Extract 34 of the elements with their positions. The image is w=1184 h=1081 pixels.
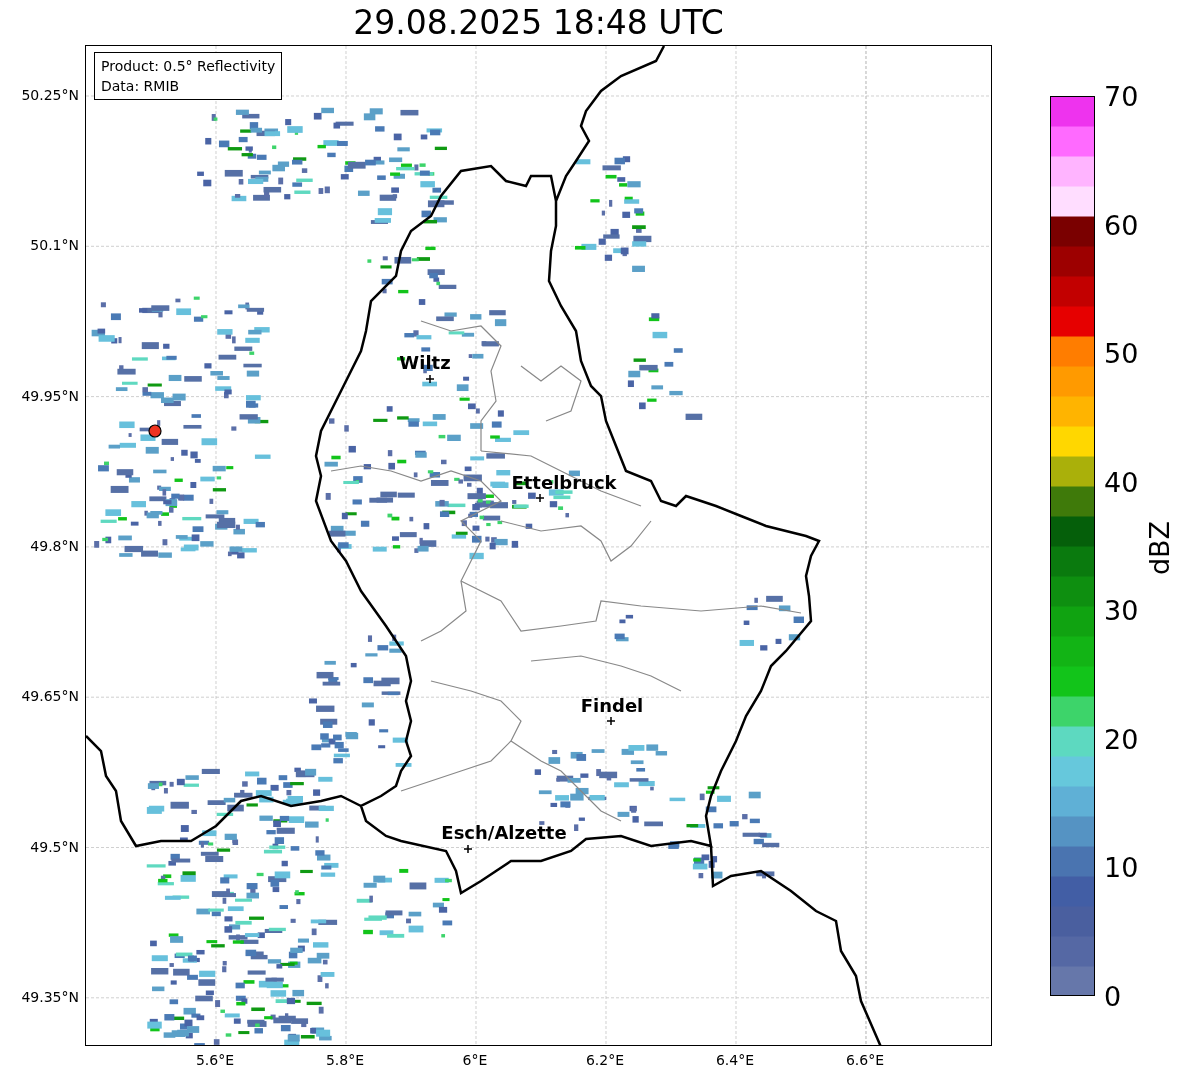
axis-tick-label: 5.8°E (325, 1052, 365, 1068)
radar-site-icon (148, 424, 162, 438)
city-marker-icon (463, 844, 473, 854)
colorbar-tick-label: 0 (1104, 980, 1122, 1012)
colorbar-tick-label: 60 (1104, 209, 1139, 241)
axis-tick-label: 49.65°N (21, 688, 79, 705)
city-marker-icon (535, 493, 545, 503)
axis-tick-label: 50.25°N (21, 87, 79, 103)
axis-tick-label: 6.4°E (715, 1052, 755, 1068)
city-label: Wiltz (399, 352, 451, 373)
axis-tick-label: 49.8°N (30, 537, 79, 554)
axis-tick-label: 49.5°N (30, 838, 79, 855)
city-label: Ettelbruck (511, 472, 617, 493)
colorbar-tick-label: 70 (1104, 80, 1139, 112)
colorbar-tick-label: 50 (1104, 337, 1139, 369)
city-label: Findel (580, 695, 644, 716)
colorbar-tick-label: 20 (1104, 723, 1139, 755)
colorbar-tick-label: 10 (1104, 851, 1139, 883)
city-marker-icon (425, 374, 435, 384)
colorbar-tick-label: 30 (1104, 594, 1139, 626)
info-text: Product: 0.5° Reflectivity (101, 57, 276, 76)
axis-tick-label: 6.6°E (845, 1052, 885, 1068)
axis-tick-label: 49.35°N (21, 988, 79, 1005)
axis-tick-label: 49.95°N (21, 387, 79, 404)
axis-tick-label: 50.1°N (30, 237, 79, 254)
city-label: Esch/Alzette (441, 822, 567, 843)
city-marker-icon (606, 716, 616, 726)
colorbar-tick-label: 40 (1104, 466, 1139, 498)
axis-tick-label: 6°E (462, 1052, 488, 1068)
colorbar-label: dBZ (1143, 520, 1175, 576)
axis-tick-label: 6.2°E (585, 1052, 625, 1068)
chart-title: 29.08.2025 18:48 UTC (352, 2, 725, 44)
axis-tick-label: 5.6°E (195, 1052, 235, 1068)
info-text: Data: RMIB (101, 77, 181, 96)
